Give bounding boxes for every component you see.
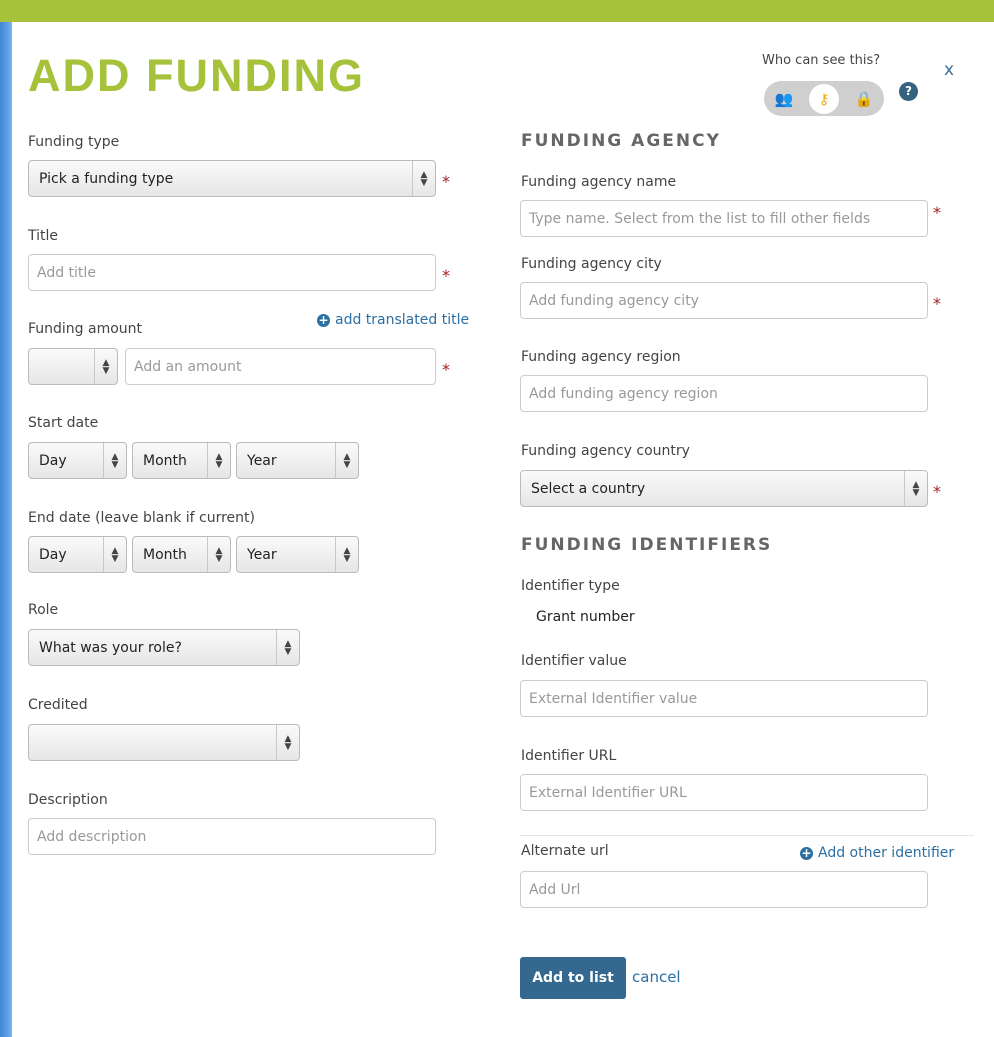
agency-city-label: Funding agency city: [521, 256, 662, 272]
plus-circle-icon: +: [317, 312, 330, 327]
funding-type-value: Pick a funding type: [39, 170, 174, 187]
select-arrows-icon: ▲ ▼: [412, 161, 435, 196]
credited-label: Credited: [28, 697, 88, 713]
help-icon[interactable]: ?: [899, 82, 918, 101]
required-marker: *: [933, 482, 941, 501]
description-placeholder: Add description: [37, 828, 147, 845]
select-arrows-icon: ▲ ▼: [335, 443, 358, 478]
identifier-value-placeholder: External Identifier value: [529, 690, 698, 707]
select-arrows-icon: ▲ ▼: [103, 443, 126, 478]
agency-city-input[interactable]: Add funding agency city: [520, 282, 928, 319]
top-accent-bar: [0, 0, 994, 22]
key-icon[interactable]: ⚷: [809, 83, 839, 114]
funding-agency-heading: FUNDING AGENCY: [521, 131, 721, 151]
agency-name-label: Funding agency name: [521, 174, 677, 190]
start-month-value: Month: [143, 452, 187, 469]
select-arrows-icon: ▲ ▼: [207, 537, 230, 572]
required-marker: *: [442, 266, 450, 285]
agency-region-input[interactable]: Add funding agency region: [520, 375, 928, 412]
end-date-label: End date (leave blank if current): [28, 510, 255, 526]
title-input[interactable]: Add title: [28, 254, 436, 291]
cancel-link[interactable]: cancel: [632, 968, 681, 986]
funding-type-label: Funding type: [28, 134, 120, 150]
identifier-url-input[interactable]: External Identifier URL: [520, 774, 928, 811]
end-day-select[interactable]: Day ▲ ▼: [28, 536, 127, 573]
role-select[interactable]: What was your role? ▲ ▼: [28, 629, 300, 666]
add-funding-dialog: ADD FUNDING Who can see this? x 👥 ⚷ 🔒 ? …: [12, 22, 994, 1037]
amount-input[interactable]: Add an amount: [125, 348, 436, 385]
required-marker: *: [442, 360, 450, 379]
funding-type-select[interactable]: Pick a funding type ▲ ▼: [28, 160, 436, 197]
add-translated-title-text: add translated title: [335, 312, 470, 328]
agency-country-value: Select a country: [531, 480, 646, 497]
end-year-value: Year: [247, 546, 277, 563]
agency-city-placeholder: Add funding agency city: [529, 292, 699, 309]
select-arrows-icon: ▲ ▼: [276, 725, 299, 760]
close-button[interactable]: x: [944, 60, 954, 80]
start-month-select[interactable]: Month ▲ ▼: [132, 442, 231, 479]
privacy-selector: 👥 ⚷ 🔒: [764, 81, 884, 116]
start-day-select[interactable]: Day ▲ ▼: [28, 442, 127, 479]
group-icon[interactable]: 👥: [769, 84, 799, 114]
identifier-type-label: Identifier type: [521, 578, 620, 594]
description-label: Description: [28, 792, 108, 808]
description-input[interactable]: Add description: [28, 818, 436, 855]
start-year-select[interactable]: Year ▲ ▼: [236, 442, 359, 479]
role-label: Role: [28, 602, 59, 618]
identifier-url-label: Identifier URL: [521, 748, 617, 764]
required-marker: *: [442, 172, 450, 191]
end-year-select[interactable]: Year ▲ ▼: [236, 536, 359, 573]
identifier-value-label: Identifier value: [521, 653, 627, 669]
add-other-identifier-link[interactable]: + Add other identifier: [800, 845, 954, 861]
required-marker: *: [933, 203, 941, 222]
credited-select[interactable]: ▲ ▼: [28, 724, 300, 761]
agency-region-label: Funding agency region: [521, 349, 681, 365]
visibility-label: Who can see this?: [762, 53, 881, 68]
agency-country-select[interactable]: Select a country ▲ ▼: [520, 470, 928, 507]
required-marker: *: [933, 294, 941, 313]
title-label: Title: [28, 228, 59, 244]
identifier-url-placeholder: External Identifier URL: [529, 784, 687, 801]
plus-circle-icon: +: [800, 845, 813, 860]
agency-region-placeholder: Add funding agency region: [529, 385, 718, 402]
select-arrows-icon: ▲ ▼: [276, 630, 299, 665]
funding-identifiers-heading: FUNDING IDENTIFIERS: [521, 535, 773, 555]
agency-country-label: Funding agency country: [521, 443, 690, 459]
identifier-type-value: Grant number: [536, 609, 635, 625]
add-other-identifier-text: Add other identifier: [818, 845, 955, 861]
select-arrows-icon: ▲ ▼: [335, 537, 358, 572]
agency-name-input[interactable]: Type name. Select from the list to fill …: [520, 200, 928, 237]
identifier-value-input[interactable]: External Identifier value: [520, 680, 928, 717]
dialog-title: ADD FUNDING: [28, 50, 365, 101]
currency-select[interactable]: ▲ ▼: [28, 348, 118, 385]
end-month-value: Month: [143, 546, 187, 563]
select-arrows-icon: ▲ ▼: [207, 443, 230, 478]
start-year-value: Year: [247, 452, 277, 469]
title-placeholder: Add title: [37, 264, 96, 281]
alternate-url-input[interactable]: Add Url: [520, 871, 928, 908]
select-arrows-icon: ▲ ▼: [904, 471, 927, 506]
select-arrows-icon: ▲ ▼: [103, 537, 126, 572]
end-day-value: Day: [39, 546, 67, 563]
alternate-url-label: Alternate url: [521, 843, 609, 859]
end-month-select[interactable]: Month ▲ ▼: [132, 536, 231, 573]
agency-name-placeholder: Type name. Select from the list to fill …: [529, 210, 871, 227]
amount-placeholder: Add an amount: [134, 358, 242, 375]
identifier-divider: [520, 835, 974, 836]
select-arrows-icon: ▲ ▼: [94, 349, 117, 384]
role-value: What was your role?: [39, 639, 182, 656]
alternate-url-placeholder: Add Url: [529, 881, 581, 898]
add-translated-title-link[interactable]: + add translated title: [317, 312, 469, 328]
funding-amount-label: Funding amount: [28, 321, 143, 337]
add-to-list-button[interactable]: Add to list: [520, 957, 626, 999]
start-date-label: Start date: [28, 415, 99, 431]
lock-icon[interactable]: 🔒: [849, 84, 879, 114]
start-day-value: Day: [39, 452, 67, 469]
